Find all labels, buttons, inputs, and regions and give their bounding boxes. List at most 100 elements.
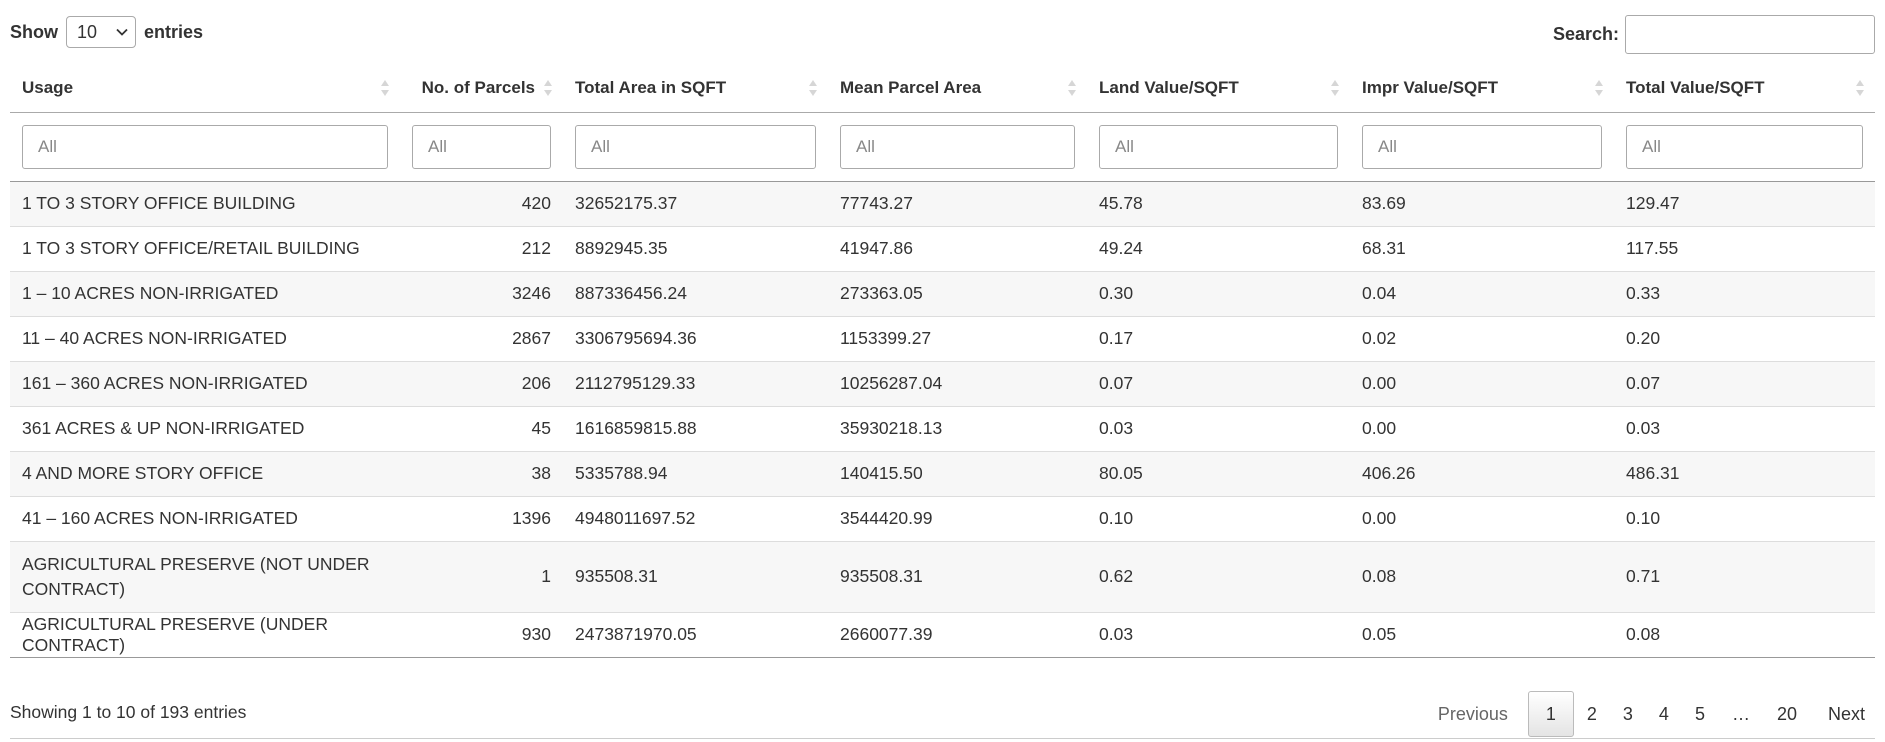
- table-cell: 1616859815.88: [563, 405, 828, 451]
- table-cell: 486.31: [1614, 450, 1875, 496]
- entries-label: entries: [144, 21, 204, 42]
- table-cell: 11 – 40 ACRES NON-IRRIGATED: [10, 315, 400, 361]
- table-cell: 0.33: [1614, 270, 1875, 316]
- column-header-6[interactable]: Total Value/SQFT: [1614, 64, 1875, 113]
- column-header-2[interactable]: Total Area in SQFT: [563, 64, 828, 113]
- table-cell: 2660077.39: [828, 611, 1087, 658]
- table-cell: 887336456.24: [563, 270, 828, 316]
- table-cell: 0.30: [1087, 270, 1350, 316]
- table-cell: 0.00: [1350, 405, 1614, 451]
- table-cell: 3544420.99: [828, 495, 1087, 541]
- table-cell: 0.03: [1614, 405, 1875, 451]
- table-cell: 1153399.27: [828, 315, 1087, 361]
- entries-select-value: 10: [77, 21, 98, 42]
- column-header-label: Total Value/SQFT: [1626, 77, 1765, 97]
- table-cell: 45: [400, 405, 563, 451]
- table-row[interactable]: 1 TO 3 STORY OFFICE/RETAIL BUILDING 212 88…: [10, 225, 1875, 271]
- column-header-label: Land Value/SQFT: [1099, 77, 1239, 97]
- table-row[interactable]: 11 – 40 ACRES NON-IRRIGATED 2867 330679569…: [10, 315, 1875, 361]
- table-cell: 930: [400, 611, 563, 658]
- sort-both-icon: [1595, 79, 1603, 96]
- table-cell: 38: [400, 450, 563, 496]
- table-cell: 0.17: [1087, 315, 1350, 361]
- column-header-4[interactable]: Land Value/SQFT: [1087, 64, 1350, 113]
- table-cell: 935508.31: [563, 540, 828, 612]
- filter-cell-1: All: [400, 112, 563, 182]
- table-cell: 129.47: [1614, 180, 1875, 226]
- table-row[interactable]: 361 ACRES & UP NON-IRRIGATED 45 1616859815…: [10, 405, 1875, 451]
- sort-both-icon: [809, 79, 817, 96]
- table-row[interactable]: 1 TO 3 STORY OFFICE BUILDING 420 32652175.…: [10, 180, 1875, 226]
- sort-both-icon: [381, 79, 389, 96]
- table-cell: 2473871970.05: [563, 611, 828, 658]
- table-cell: 117.55: [1614, 225, 1875, 271]
- previous-page-button[interactable]: Previous: [1428, 691, 1528, 737]
- search-input[interactable]: [1625, 15, 1875, 54]
- table-cell: 0.10: [1614, 495, 1875, 541]
- table-cell: 420: [400, 180, 563, 226]
- pagination-ellipsis: …: [1731, 703, 1750, 724]
- table-cell: 0.03: [1087, 611, 1350, 658]
- chevron-down-icon: [116, 28, 128, 36]
- table-cell: 1396: [400, 495, 563, 541]
- column-header-0[interactable]: Usage: [10, 64, 400, 113]
- table-cell: AGRICULTURAL PRESERVE (UNDER CONTRACT): [10, 611, 400, 658]
- show-label: Show: [10, 21, 58, 42]
- table-row[interactable]: AGRICULTURAL PRESERVE (UNDER CONTRACT) 93…: [10, 611, 1875, 658]
- table-row[interactable]: AGRICULTURAL PRESERVE (NOT UNDER CONTRAC…: [10, 540, 1875, 612]
- table-info: Showing 1 to 10 of 193 entries: [10, 702, 247, 722]
- page-button-4[interactable]: 4: [1646, 691, 1682, 737]
- filter-cell-2: All: [563, 112, 828, 182]
- table-cell: 1: [400, 540, 563, 612]
- column-filter-input[interactable]: All: [1362, 124, 1602, 169]
- column-filter-input[interactable]: All: [412, 124, 551, 169]
- column-header-5[interactable]: Impr Value/SQFT: [1350, 64, 1614, 113]
- column-filter-input[interactable]: All: [575, 124, 816, 169]
- table-cell: 0.08: [1614, 611, 1875, 658]
- next-page-button[interactable]: Next: [1810, 691, 1875, 737]
- column-header-label: Usage: [22, 77, 74, 97]
- table-row[interactable]: 41 – 160 ACRES NON-IRRIGATED 1396 49480116…: [10, 495, 1875, 541]
- column-filter-input[interactable]: All: [840, 124, 1075, 169]
- table-cell: 0.62: [1087, 540, 1350, 612]
- sort-both-icon: [544, 79, 552, 96]
- table-cell: 68.31: [1350, 225, 1614, 271]
- page-button-1[interactable]: 1: [1527, 691, 1574, 737]
- table-row[interactable]: 161 – 360 ACRES NON-IRRIGATED 206 21127951…: [10, 360, 1875, 406]
- table-cell: 0.20: [1614, 315, 1875, 361]
- table-cell: 77743.27: [828, 180, 1087, 226]
- page-button-20[interactable]: 20: [1764, 691, 1810, 737]
- filter-cell-3: All: [828, 112, 1087, 182]
- table-cell: 0.00: [1350, 495, 1614, 541]
- entries-select[interactable]: 10: [66, 16, 136, 48]
- table-row[interactable]: 1 – 10 ACRES NON-IRRIGATED 3246 887336456.…: [10, 270, 1875, 316]
- table-row[interactable]: 4 AND MORE STORY OFFICE 38 5335788.94 14041…: [10, 450, 1875, 496]
- table-cell: 49.24: [1087, 225, 1350, 271]
- column-filter-input[interactable]: All: [1099, 124, 1338, 169]
- page-button-2[interactable]: 2: [1574, 691, 1610, 737]
- table-cell: 0.71: [1614, 540, 1875, 612]
- column-header-label: Mean Parcel Area: [840, 77, 982, 97]
- table-cell: 0.03: [1087, 405, 1350, 451]
- table-cell: 361 ACRES & UP NON-IRRIGATED: [10, 405, 400, 451]
- page-button-3[interactable]: 3: [1610, 691, 1646, 737]
- datatable-wrapper: Show 10 entries Search: Usage No. of Parc…: [0, 0, 1885, 742]
- column-header-3[interactable]: Mean Parcel Area: [828, 64, 1087, 113]
- table-cell: 80.05: [1087, 450, 1350, 496]
- column-filter-input[interactable]: All: [22, 124, 388, 169]
- column-header-label: Total Area in SQFT: [575, 77, 727, 97]
- table-cell: 10256287.04: [828, 360, 1087, 406]
- page-button-5[interactable]: 5: [1682, 691, 1718, 737]
- table-cell: 4948011697.52: [563, 495, 828, 541]
- bottom-divider: [10, 738, 1875, 739]
- data-table: Usage No. of Parcels Total Area in SQFT Mea…: [10, 64, 1875, 658]
- column-filter-input[interactable]: All: [1626, 124, 1863, 169]
- column-header-1[interactable]: No. of Parcels: [400, 64, 563, 113]
- table-cell: 0.08: [1350, 540, 1614, 612]
- table-cell: 3306795694.36: [563, 315, 828, 361]
- table-cell: 1 – 10 ACRES NON-IRRIGATED: [10, 270, 400, 316]
- table-cell: 2867: [400, 315, 563, 361]
- table-cell: 212: [400, 225, 563, 271]
- sort-both-icon: [1068, 79, 1076, 96]
- table-cell: 0.00: [1350, 360, 1614, 406]
